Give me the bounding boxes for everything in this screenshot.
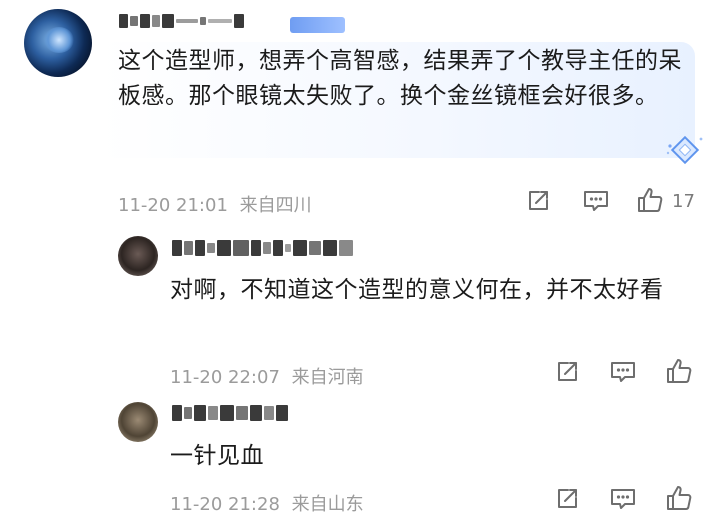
like-count: 17 xyxy=(672,191,695,212)
reply-text: 对啊，不知道这个造型的意义何在，并不太好看 xyxy=(170,277,664,303)
share-icon[interactable] xyxy=(525,188,551,214)
share-icon[interactable] xyxy=(554,486,580,512)
reply-meta: 11-20 22:07 来自河南 xyxy=(170,363,364,389)
username-blurred[interactable] xyxy=(172,240,353,256)
timestamp: 11-20 21:01 xyxy=(118,195,228,216)
level-badge xyxy=(290,17,345,33)
reply-text: 一针见血 xyxy=(170,443,264,469)
username-blurred[interactable] xyxy=(119,14,244,28)
avatar[interactable] xyxy=(118,236,158,276)
username-blurred[interactable] xyxy=(172,405,288,421)
location: 来自四川 xyxy=(239,195,312,216)
location: 来自山东 xyxy=(291,494,364,515)
thumbs-up-icon[interactable] xyxy=(665,357,693,385)
timestamp: 11-20 22:07 xyxy=(170,367,280,388)
comment-meta: 11-20 21:01 来自四川 xyxy=(118,191,312,217)
diamond-sparkle-icon xyxy=(665,133,705,167)
timestamp: 11-20 21:28 xyxy=(170,494,280,515)
share-icon[interactable] xyxy=(554,359,580,385)
avatar[interactable] xyxy=(24,9,92,77)
comment-icon[interactable] xyxy=(582,188,610,214)
comment-text: 这个造型师，想弄个高智感，结果弄了个教导主任的呆板感。那个眼镜太失败了。换个金丝… xyxy=(118,48,682,109)
avatar[interactable] xyxy=(118,402,158,442)
location: 来自河南 xyxy=(291,367,364,388)
reply-meta: 11-20 21:28 来自山东 xyxy=(170,490,364,516)
comment-icon[interactable] xyxy=(609,359,637,385)
thumbs-up-icon[interactable] xyxy=(665,484,693,512)
thumbs-up-icon[interactable] xyxy=(636,186,664,214)
comment-icon[interactable] xyxy=(609,486,637,512)
